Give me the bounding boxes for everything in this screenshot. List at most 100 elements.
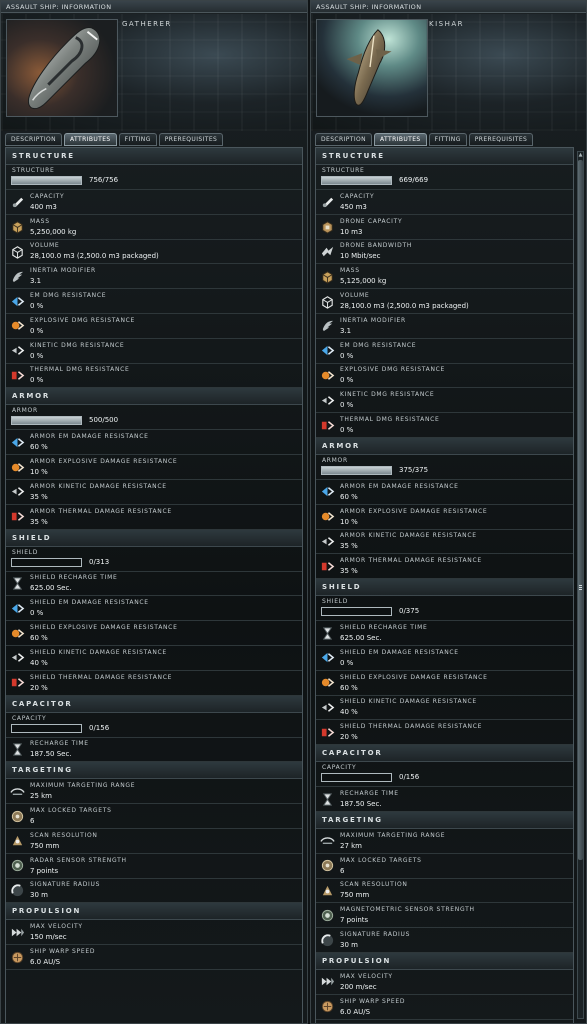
attribute-row[interactable]: MAX LOCKED TARGETS 6 — [6, 804, 302, 829]
section-header-armor[interactable]: ARMOR — [316, 437, 573, 455]
attribute-row[interactable]: SCAN RESOLUTION 750 mm — [316, 879, 573, 904]
attribute-row[interactable]: THERMAL DMG RESISTANCE 0 % — [316, 413, 573, 438]
attribute-row[interactable]: SHIP WARP SPEED 6.0 AU/S — [316, 995, 573, 1020]
attribute-row[interactable]: MASS 5,250,000 kg — [6, 215, 302, 240]
ship-image[interactable] — [316, 19, 428, 117]
attribute-row[interactable]: KINETIC DMG RESISTANCE 0 % — [316, 388, 573, 414]
section-header-propulsion[interactable]: PROPULSION — [6, 903, 302, 921]
scan-resolution-icon — [6, 830, 28, 852]
section-header-shield[interactable]: SHIELD — [6, 529, 302, 547]
attribute-label: SHIELD KINETIC DAMAGE RESISTANCE — [30, 648, 167, 656]
attribute-row[interactable]: SHIELD EM DAMAGE RESISTANCE 0 % — [316, 646, 573, 671]
section-header-structure[interactable]: STRUCTURE — [316, 148, 573, 165]
attributes-panel[interactable]: STRUCTURE STRUCTURE 669/669 CAPACITY 450 m3 D… — [315, 147, 574, 1023]
attribute-row[interactable]: KINETIC DMG RESISTANCE 0 % — [6, 339, 302, 364]
attribute-row[interactable]: ARMOR THERMAL DAMAGE RESISTANCE 35 % — [316, 554, 573, 580]
tab-attributes[interactable]: ATTRIBUTES — [64, 133, 117, 146]
window-title[interactable]: ASSAULT SHIP: INFORMATION — [311, 1, 586, 13]
attribute-row[interactable]: ARMOR EXPLOSIVE DAMAGE RESISTANCE 10 % — [6, 455, 302, 480]
attribute-label: MAX VELOCITY — [340, 972, 393, 980]
tab-description[interactable]: DESCRIPTION — [315, 133, 373, 146]
inertia-icon — [6, 265, 28, 287]
section-header-targeting[interactable]: TARGETING — [316, 811, 573, 829]
window-title[interactable]: ASSAULT SHIP: INFORMATION — [1, 1, 307, 13]
attribute-row[interactable]: MAGNETOMETRIC SENSOR STRENGTH 7 points — [316, 903, 573, 929]
attribute-value: 750 mm — [30, 841, 60, 850]
tab-prerequisites[interactable]: PREREQUISITES — [158, 133, 224, 146]
attribute-row[interactable]: SHIELD RECHARGE TIME 625.00 Sec. — [6, 572, 302, 597]
attribute-row[interactable]: INERTIA MODIFIER 3.1 — [6, 264, 302, 290]
attribute-label: ARMOR THERMAL DAMAGE RESISTANCE — [30, 507, 172, 515]
volume-icon — [316, 290, 338, 312]
attribute-row[interactable]: SHIELD THERMAL DAMAGE RESISTANCE 20 % — [316, 720, 573, 746]
attribute-row[interactable]: SIGNATURE RADIUS 30 m — [6, 879, 302, 904]
tab-attributes[interactable]: ATTRIBUTES — [374, 133, 427, 146]
gauge-label: ARMOR — [322, 456, 348, 464]
attribute-text: MAXIMUM TARGETING RANGE 25 km — [28, 781, 302, 801]
gauge-row: STRUCTURE 669/669 — [316, 165, 573, 190]
attribute-text: MAX VELOCITY 200 m/sec — [338, 972, 573, 992]
attribute-row[interactable]: SHIELD RECHARGE TIME 625.00 Sec. — [316, 621, 573, 646]
hourglass-icon — [316, 622, 338, 644]
gauge-label: ARMOR — [12, 407, 38, 415]
gauge-bar — [11, 176, 82, 185]
kinetic-resist-icon — [6, 481, 28, 503]
attribute-row[interactable]: ARMOR EM DAMAGE RESISTANCE 60 % — [6, 430, 302, 456]
scrollbar[interactable]: ▲ — [577, 151, 584, 1019]
attribute-row[interactable]: ARMOR KINETIC DAMAGE RESISTANCE 35 % — [6, 480, 302, 505]
gauge-bar — [321, 465, 392, 475]
scrollbar-thumb[interactable] — [578, 160, 583, 860]
attribute-row[interactable]: EM DMG RESISTANCE 0 % — [316, 339, 573, 364]
attribute-row[interactable]: SHIELD EXPLOSIVE DAMAGE RESISTANCE 60 % — [6, 621, 302, 646]
attribute-row[interactable]: MAXIMUM TARGETING RANGE 27 km — [316, 829, 573, 854]
attribute-row[interactable]: MAX VELOCITY 150 m/sec — [6, 920, 302, 946]
attribute-row[interactable]: SIGNATURE RADIUS 30 m — [316, 928, 573, 953]
section-header-propulsion[interactable]: PROPULSION — [316, 952, 573, 970]
attribute-row[interactable]: SHIELD KINETIC DAMAGE RESISTANCE 40 % — [6, 646, 302, 671]
attribute-row[interactable]: EM DMG RESISTANCE 0 % — [6, 289, 302, 314]
attribute-row[interactable]: MAX VELOCITY 200 m/sec — [316, 970, 573, 995]
attribute-row[interactable]: RECHARGE TIME 187.50 Sec. — [316, 787, 573, 812]
attribute-row[interactable]: EXPLOSIVE DMG RESISTANCE 0 % — [316, 364, 573, 389]
attribute-row[interactable]: MAXIMUM TARGETING RANGE 25 km — [6, 779, 302, 805]
attribute-value: 0 % — [340, 376, 354, 385]
attribute-row[interactable]: SHIELD EM DAMAGE RESISTANCE 0 % — [6, 596, 302, 622]
attribute-row[interactable]: VOLUME 28,100.0 m3 (2,500.0 m3 packaged) — [6, 240, 302, 265]
tab-description[interactable]: DESCRIPTION — [5, 133, 63, 146]
attribute-row[interactable]: THERMAL DMG RESISTANCE 0 % — [6, 364, 302, 389]
attribute-row[interactable]: RECHARGE TIME 187.50 Sec. — [6, 738, 302, 763]
ship-image[interactable] — [6, 19, 118, 117]
tab-fitting[interactable]: FITTING — [428, 133, 467, 146]
attribute-row[interactable]: VOLUME 28,100.0 m3 (2,500.0 m3 packaged) — [316, 289, 573, 314]
attribute-row[interactable]: ARMOR KINETIC DAMAGE RESISTANCE 35 % — [316, 530, 573, 555]
attribute-row[interactable]: RADAR SENSOR STRENGTH 7 points — [6, 854, 302, 879]
attribute-row[interactable]: EXPLOSIVE DMG RESISTANCE 0 % — [6, 314, 302, 339]
attribute-row[interactable]: ARMOR THERMAL DAMAGE RESISTANCE 35 % — [6, 505, 302, 530]
tab-fitting[interactable]: FITTING — [118, 133, 157, 146]
attribute-row[interactable]: SHIP WARP SPEED 6.0 AU/S — [6, 945, 302, 970]
attribute-row[interactable]: SCAN RESOLUTION 750 mm — [6, 829, 302, 854]
attribute-row[interactable]: MAX LOCKED TARGETS 6 — [316, 854, 573, 879]
section-header-armor[interactable]: ARMOR — [6, 388, 302, 406]
attribute-row[interactable]: CAPACITY 400 m3 — [6, 190, 302, 215]
attribute-row[interactable]: MASS 5,125,000 kg — [316, 264, 573, 290]
attribute-row[interactable]: ARMOR EM DAMAGE RESISTANCE 60 % — [316, 480, 573, 505]
section-header-targeting[interactable]: TARGETING — [6, 762, 302, 780]
section-header-structure[interactable]: STRUCTURE — [6, 148, 302, 165]
attribute-row[interactable]: CAPACITY 450 m3 — [316, 190, 573, 215]
section-header-shield[interactable]: SHIELD — [316, 579, 573, 597]
attribute-row[interactable]: ARMOR EXPLOSIVE DAMAGE RESISTANCE 10 % — [316, 505, 573, 530]
gauge-row: ARMOR 500/500 — [6, 405, 302, 431]
attributes-panel[interactable]: STRUCTURE STRUCTURE 756/756 CAPACITY 400 m3 M… — [5, 147, 303, 1023]
attribute-row[interactable]: INERTIA MODIFIER 3.1 — [316, 314, 573, 339]
tab-prerequisites[interactable]: PREREQUISITES — [468, 133, 534, 146]
attribute-row[interactable]: SHIELD THERMAL DAMAGE RESISTANCE 20 % — [6, 671, 302, 696]
ship-name: KISHAR — [429, 20, 465, 28]
section-header-capacitor[interactable]: CAPACITOR — [316, 745, 573, 763]
attribute-row[interactable]: SHIELD KINETIC DAMAGE RESISTANCE 40 % — [316, 696, 573, 721]
attribute-row[interactable]: DRONE CAPACITY 10 m3 — [316, 215, 573, 240]
attribute-row[interactable]: SHIELD EXPLOSIVE DAMAGE RESISTANCE 60 % — [316, 671, 573, 696]
scroll-up-icon[interactable]: ▲ — [578, 152, 583, 159]
attribute-row[interactable]: DRONE BANDWIDTH 10 Mbit/sec — [316, 240, 573, 265]
section-header-capacitor[interactable]: CAPACITOR — [6, 695, 302, 713]
